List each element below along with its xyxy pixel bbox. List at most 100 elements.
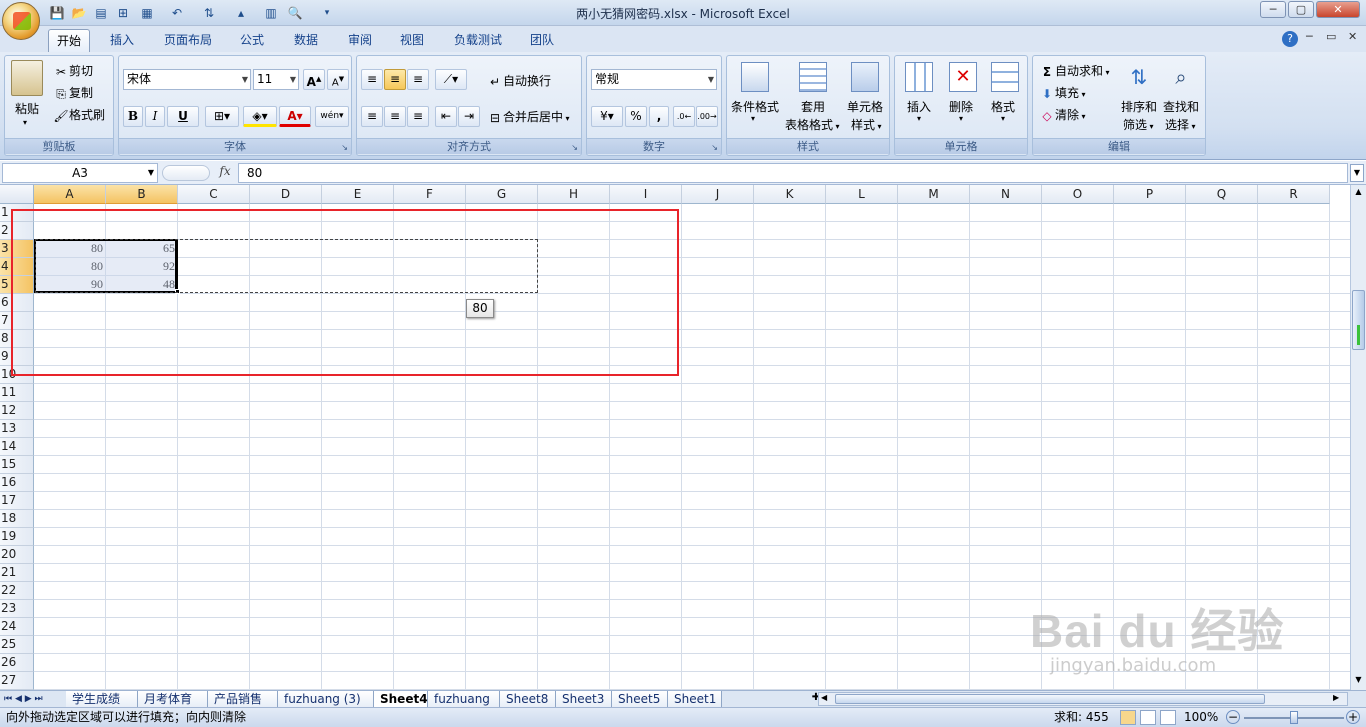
sheet-tab-5[interactable]: fuzhuang	[428, 691, 500, 708]
align-middle-button[interactable]: ≡	[384, 69, 406, 90]
chevron-down-icon[interactable]: ▾	[751, 114, 755, 123]
sheet-tab-7[interactable]: Sheet3	[556, 691, 612, 708]
cell-styles-icon[interactable]	[851, 62, 879, 92]
clear-button[interactable]: ◇ 清除 ▾	[1039, 106, 1085, 124]
format-as-table-button[interactable]: 表格格式 ▾	[785, 116, 840, 133]
dialog-launcher-icon[interactable]: ↘	[571, 143, 578, 152]
chevron-down-icon[interactable]: ▾	[917, 114, 921, 123]
horizontal-scroll-thumb[interactable]	[835, 694, 1265, 704]
tab-review[interactable]: 审阅	[340, 29, 380, 52]
zoom-slider-thumb[interactable]	[1290, 711, 1298, 724]
phonetic-button[interactable]: wén▾	[315, 106, 349, 127]
borders-button[interactable]: ⊞▾	[205, 106, 239, 127]
cut-button[interactable]: ✂ 剪切	[53, 62, 93, 80]
increase-indent-button[interactable]: ⇥	[458, 106, 480, 127]
autosum-button[interactable]: Σ 自动求和 ▾	[1039, 62, 1110, 80]
scroll-up-icon[interactable]: ▲	[1352, 187, 1365, 197]
formula-input[interactable]: 80	[238, 163, 1348, 183]
copy-button[interactable]: ⎘ 复制	[53, 84, 93, 102]
sheet-tab-2[interactable]: 产品销售	[208, 691, 278, 708]
dialog-launcher-icon[interactable]: ↘	[341, 143, 348, 152]
italic-button[interactable]: I	[145, 106, 165, 127]
chevron-down-icon[interactable]: ▾	[1001, 114, 1005, 123]
page-break-view-icon[interactable]	[1160, 710, 1176, 725]
zoom-out-icon[interactable]: −	[1226, 710, 1240, 724]
ribbon-minimize-icon[interactable]: ─	[1306, 30, 1313, 43]
align-top-button[interactable]: ≡	[361, 69, 383, 90]
format-cells-icon[interactable]	[991, 62, 1019, 92]
comma-button[interactable]: ,	[649, 106, 669, 127]
sheet-tab-8[interactable]: Sheet5	[612, 691, 668, 708]
tab-view[interactable]: 视图	[392, 29, 432, 52]
minimize-button[interactable]: ─	[1260, 1, 1286, 18]
zoom-in-icon[interactable]: +	[1346, 710, 1360, 724]
cell-styles-button[interactable]: 样式 ▾	[851, 116, 882, 133]
chevron-down-icon[interactable]: ▾	[959, 114, 963, 123]
tab-load-test[interactable]: 负载测试	[446, 29, 510, 52]
align-left-button[interactable]: ≡	[361, 106, 383, 127]
increase-decimal-button[interactable]: .0←	[673, 106, 695, 127]
tab-team[interactable]: 团队	[522, 29, 562, 52]
scroll-down-icon[interactable]: ▼	[1352, 675, 1365, 685]
worksheet-grid[interactable]: ABCDEFGHIJKLMNOPQR 1 2 3 4 5 6 7 8 9 10 11 12 13 14 15…	[0, 185, 1350, 690]
cell-styles-label-1[interactable]: 单元格	[847, 98, 883, 115]
find-select-button[interactable]: 选择 ▾	[1165, 116, 1196, 133]
horizontal-scrollbar[interactable]: ◀ ▶	[818, 692, 1348, 706]
insert-cells-icon[interactable]	[905, 62, 933, 92]
vertical-scrollbar[interactable]: ▲ ▼	[1350, 185, 1366, 690]
sheet-tab-1[interactable]: 月考体育	[138, 691, 208, 708]
scroll-right-icon[interactable]: ▶	[1333, 693, 1339, 702]
workbook-close-icon[interactable]: ✕	[1348, 30, 1357, 43]
table-format-icon[interactable]	[799, 62, 827, 92]
tab-data[interactable]: 数据	[286, 29, 326, 52]
formula-splitter[interactable]	[162, 165, 210, 181]
sort-filter-icon[interactable]: ⇅	[1125, 62, 1153, 92]
percent-button[interactable]: %	[625, 106, 647, 127]
font-color-button[interactable]: A▾	[279, 106, 311, 127]
sheet-tab-9[interactable]: Sheet1	[668, 691, 722, 708]
sheet-tab-3[interactable]: fuzhuang (3)	[278, 691, 374, 708]
format-painter-button[interactable]: 🖌格式刷	[53, 106, 105, 124]
find-select-label-1[interactable]: 查找和	[1163, 98, 1199, 115]
scroll-left-icon[interactable]: ◀	[821, 693, 827, 702]
decrease-indent-button[interactable]: ⇤	[435, 106, 457, 127]
expand-formula-bar-icon[interactable]: ▼	[1350, 164, 1364, 182]
currency-button[interactable]: ¥▾	[591, 106, 623, 127]
tab-formulas[interactable]: 公式	[232, 29, 272, 52]
help-icon[interactable]: ?	[1282, 31, 1298, 47]
number-format-select[interactable]: 常规 ▼	[591, 69, 717, 90]
tab-page-layout[interactable]: 页面布局	[156, 29, 220, 52]
sort-filter-label-1[interactable]: 排序和	[1121, 98, 1157, 115]
normal-view-icon[interactable]	[1120, 710, 1136, 725]
ribbon-restore-icon[interactable]: ▭	[1326, 30, 1336, 43]
format-cells-button[interactable]: 格式	[991, 98, 1015, 115]
align-bottom-button[interactable]: ≡	[407, 69, 429, 90]
shrink-font-button[interactable]: A▼	[327, 69, 349, 90]
zoom-level[interactable]: 100%	[1184, 708, 1218, 727]
fill-button[interactable]: ⬇ 填充 ▾	[1039, 84, 1086, 102]
underline-button[interactable]: U	[167, 106, 199, 127]
merge-center-button[interactable]: ⊟ 合并后居中 ▾	[487, 108, 570, 126]
wrap-text-button[interactable]: ↵ 自动换行	[487, 72, 551, 90]
align-right-button[interactable]: ≡	[407, 106, 429, 127]
font-name-select[interactable]: 宋体 ▼	[123, 69, 251, 90]
paste-button[interactable]: 粘贴	[15, 100, 39, 117]
bold-button[interactable]: B	[123, 106, 143, 127]
binoculars-icon[interactable]: ⌕	[1167, 62, 1195, 92]
conditional-format-button[interactable]: 条件格式	[731, 98, 779, 115]
align-center-button[interactable]: ≡	[384, 106, 406, 127]
sheet-tab-0[interactable]: 学生成绩	[66, 691, 138, 708]
page-layout-view-icon[interactable]	[1140, 710, 1156, 725]
delete-cells-icon[interactable]: ✕	[949, 62, 977, 92]
orientation-button[interactable]: ⟋▾	[435, 69, 467, 90]
grow-font-button[interactable]: A▲	[303, 69, 325, 90]
insert-cells-button[interactable]: 插入	[907, 98, 931, 115]
paste-icon[interactable]	[11, 60, 43, 96]
sheet-tab-6[interactable]: Sheet8	[500, 691, 556, 708]
name-box[interactable]: A3 ▼	[2, 163, 158, 183]
tab-insert[interactable]: 插入	[102, 29, 142, 52]
decrease-decimal-button[interactable]: .00→	[696, 106, 718, 127]
dialog-launcher-icon[interactable]: ↘	[711, 143, 718, 152]
conditional-format-icon[interactable]	[741, 62, 769, 92]
insert-function-icon[interactable]: fx	[214, 164, 236, 182]
